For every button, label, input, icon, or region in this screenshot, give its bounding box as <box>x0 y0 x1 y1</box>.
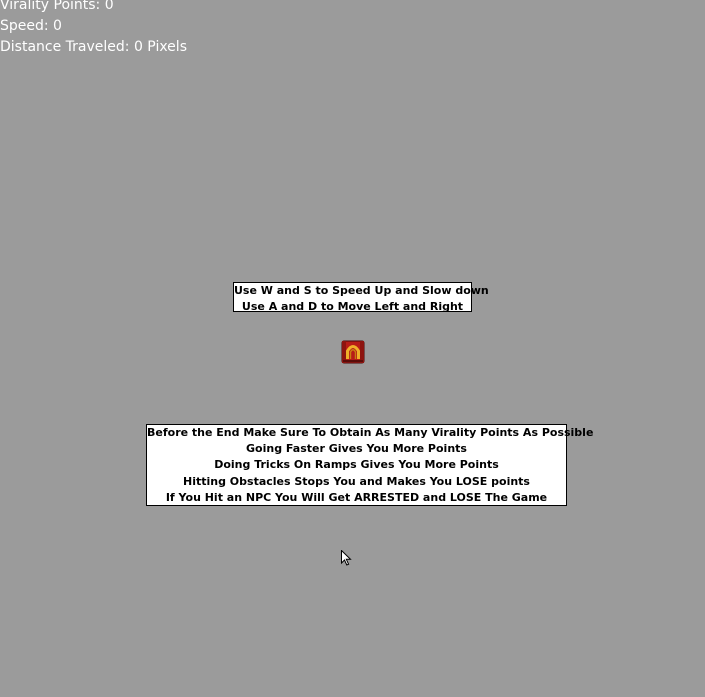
rules-line-goal: Before the End Make Sure To Obtain As Ma… <box>147 426 594 439</box>
rules-line-speed: Going Faster Gives You More Points <box>246 442 467 456</box>
controls-line-speed: Use W and S to Speed Up and Slow down <box>234 284 489 297</box>
player-icon <box>341 340 365 364</box>
rules-line-obstacles: Hitting Obstacles Stops You and Makes Yo… <box>183 474 530 488</box>
mouse-pointer-icon <box>341 549 352 566</box>
virality-points-label: Virality Points: 0 <box>0 0 114 13</box>
distance-traveled-label: Distance Traveled: 0 Pixels <box>0 39 187 55</box>
rules-line-npc: If You Hit an NPC You Will Get ARRESTED … <box>165 490 548 504</box>
speed-label: Speed: 0 <box>0 18 62 34</box>
player-sprite <box>341 340 365 364</box>
controls-line-steer: Use A and D to Move Left and Right <box>241 300 464 313</box>
rules-line-tricks: Doing Tricks On Ramps Gives You More Poi… <box>214 458 499 472</box>
rules-instructions-box: Before the End Make Sure To Obtain As Ma… <box>146 424 594 506</box>
controls-instructions-box: Use W and S to Speed Up and Slow down Us… <box>233 282 489 313</box>
